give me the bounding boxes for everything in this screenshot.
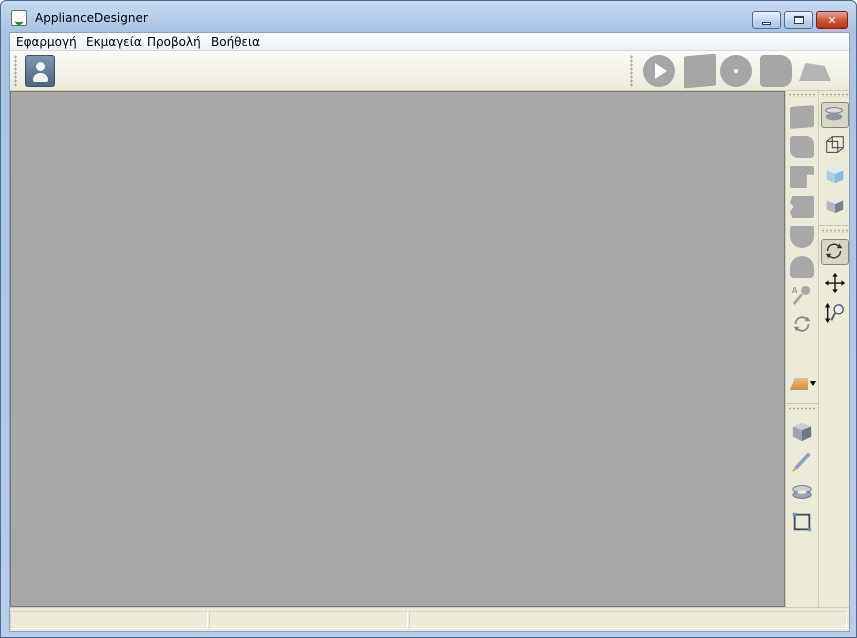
shape-tool-column: A [785,91,819,607]
window-title: ApplianceDesigner [35,11,148,25]
shape-6-icon[interactable] [790,256,814,278]
rotate-icon[interactable] [790,313,814,335]
material-color-dropdown[interactable] [790,375,816,391]
zoom-icon[interactable] [823,302,847,324]
svg-text:A: A [792,285,798,295]
divider [786,403,819,404]
close-icon: ✕ [827,13,837,27]
minimize-button[interactable] [752,11,781,29]
menu-application[interactable]: Εφαρμογή [16,35,77,49]
user-panel-icon[interactable] [25,55,55,87]
text-annotation-icon[interactable]: A [790,284,814,306]
menu-bar: Εφαρμογή Εκμαγεία Προβολή Βοήθεια [10,33,849,51]
toolbar-grip[interactable] [821,229,849,233]
wireframe-cube-icon[interactable] [823,134,847,156]
shape-5-icon[interactable] [790,226,814,248]
shape-1-icon[interactable] [790,105,814,129]
top-view-icon [825,107,843,121]
status-bar [10,607,849,631]
play-icon[interactable] [643,55,675,87]
maximize-button[interactable] [784,11,813,29]
design-viewport[interactable] [10,91,785,607]
toolbar-grip[interactable] [14,55,17,87]
title-bar[interactable]: ApplianceDesigner ✕ [1,1,856,31]
app-window: ApplianceDesigner ✕ Εφαρμογή Εκμαγεία Πρ… [0,0,857,638]
orbit-button[interactable] [821,239,849,265]
divider [819,225,850,226]
menu-help[interactable]: Βοήθεια [211,35,260,49]
menu-molds[interactable]: Εκμαγεία [86,35,142,49]
main-toolbar [10,51,849,91]
client-area: Εφαρμογή Εκμαγεία Προβολή Βοήθεια A [9,32,850,632]
blob-shape-icon[interactable] [760,55,792,87]
pen-icon[interactable] [790,451,814,473]
status-pane [10,611,208,629]
plane-shape-icon[interactable] [799,63,831,81]
orbit-icon [825,243,843,259]
close-button[interactable]: ✕ [816,11,848,29]
solid-cube-icon[interactable] [823,194,847,216]
app-icon[interactable] [11,10,27,26]
status-pane [209,611,408,629]
toolbar-grip[interactable] [630,55,633,87]
menu-view[interactable]: Προβολή [147,35,201,49]
shape-3-icon[interactable] [790,166,814,188]
pan-icon[interactable] [823,272,847,294]
cube-view-icon[interactable] [790,421,814,443]
restore-icon [793,16,804,24]
toolbar-grip[interactable] [788,407,816,411]
chevron-down-icon [810,381,816,386]
shape-4-icon[interactable] [790,196,814,218]
view-tool-column [818,91,850,607]
toolbar-grip[interactable] [788,93,816,97]
material-color-icon [790,378,808,390]
square-shape-icon[interactable] [684,53,716,89]
shape-2-icon[interactable] [790,136,814,158]
frame-icon[interactable] [790,511,814,533]
disc-shape-icon[interactable] [720,55,752,87]
minimize-icon [762,21,771,25]
top-view-button[interactable] [821,102,849,128]
status-pane [409,611,847,629]
ring-icon[interactable] [790,481,814,503]
toolbar-grip[interactable] [821,93,849,97]
transparent-cube-icon[interactable] [823,164,847,186]
